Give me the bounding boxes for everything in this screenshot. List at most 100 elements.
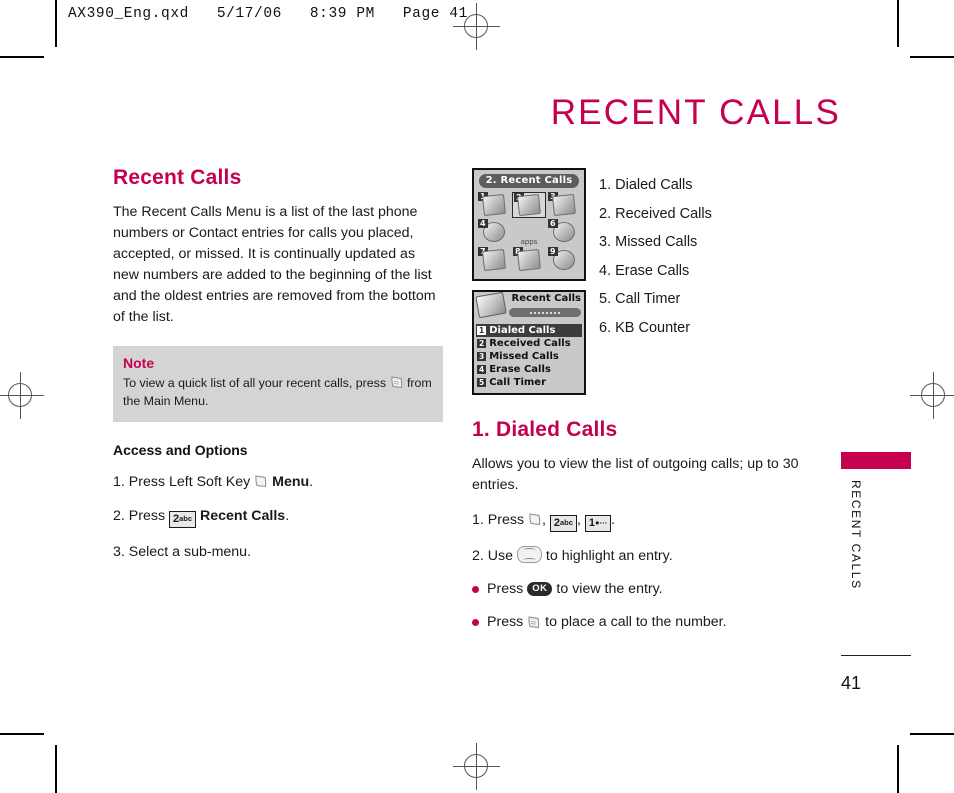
dialed-calls-bullet-1-post: to view the entry. bbox=[556, 581, 663, 597]
list-row-label: Missed Calls bbox=[489, 351, 559, 362]
dialed-calls-step-1-post: . bbox=[611, 512, 615, 528]
access-step-1-bold: Menu bbox=[272, 474, 310, 490]
dialed-calls-section: 1. Dialed Calls Allows you to view the l… bbox=[472, 418, 822, 632]
bullet-dot-icon bbox=[472, 618, 479, 626]
grid-tile-art-icon bbox=[552, 194, 576, 217]
list-screen-rows: 1 Dialed Calls 2 Received Calls 3 Missed Ca… bbox=[474, 324, 584, 389]
grid-tile: 4 bbox=[477, 219, 511, 246]
access-step-2-pre: 2. Press bbox=[113, 508, 166, 524]
grid-tile: 1 bbox=[477, 192, 511, 219]
dialed-calls-step-1: 1. Press , 2abc, 1●⋯. bbox=[472, 510, 822, 532]
submenu-item-erase-calls: 4. Erase Calls bbox=[599, 262, 690, 279]
left-column: Recent Calls The Recent Calls Menu is a … bbox=[113, 166, 443, 562]
crop-mark-top-left-vertical bbox=[55, 0, 57, 47]
access-step-3: 3. Select a sub-menu. bbox=[113, 544, 252, 560]
access-step-2-bold: Recent Calls bbox=[200, 508, 286, 524]
grid-tile-number: 6 bbox=[548, 219, 558, 229]
page-title: RECENT CALLS bbox=[550, 93, 841, 132]
list-row-number: 5 bbox=[477, 378, 487, 387]
dialed-calls-step-1-pre: 1. Press bbox=[472, 512, 525, 528]
access-step-1-pre: 1. Press Left Soft Key bbox=[113, 474, 251, 490]
list-row-label: Received Calls bbox=[489, 338, 571, 349]
grid-tile-art-icon bbox=[482, 194, 506, 217]
list-row-label: Erase Calls bbox=[489, 364, 551, 375]
dialed-calls-step-2-post: to highlight an entry. bbox=[545, 548, 673, 564]
dialed-calls-step-2: 2. Use to highlight an entry. bbox=[472, 546, 822, 566]
page-number: 41 bbox=[841, 673, 862, 693]
send-key-icon bbox=[527, 615, 541, 630]
navigation-key-icon bbox=[516, 546, 542, 563]
registration-mark-bottom bbox=[453, 743, 500, 790]
section-heading-dialed-calls: 1. Dialed Calls bbox=[472, 418, 618, 441]
dialed-calls-bullet-2-post: to place a call to the number. bbox=[545, 614, 727, 630]
keypad-key-2-letters: abc bbox=[560, 518, 573, 527]
access-step-2-post: . bbox=[285, 508, 290, 524]
access-step-2: 2. Press 2abc Recent Calls. bbox=[113, 506, 443, 528]
list-row: 3 Missed Calls bbox=[476, 350, 582, 363]
recent-calls-header-icon bbox=[475, 292, 507, 319]
crop-mark-bottom-right-vertical bbox=[897, 745, 899, 793]
section-heading-recent-calls: Recent Calls bbox=[113, 166, 242, 189]
submenu-item-dialed-calls: 1. Dialed Calls bbox=[599, 177, 693, 193]
list-row-label: Dialed Calls bbox=[489, 325, 556, 336]
keypad-key-2-letters: abc bbox=[179, 514, 193, 523]
voicemail-glyph: ●⋯ bbox=[594, 518, 607, 527]
registration-mark-left bbox=[0, 372, 44, 419]
ok-key-icon: OK bbox=[527, 582, 553, 596]
subhead-access-and-options: Access and Options bbox=[113, 442, 248, 458]
dialed-calls-step-2-pre: 2. Use bbox=[472, 548, 514, 564]
grid-tile: 6 bbox=[547, 219, 581, 246]
list-row: 2 Received Calls bbox=[476, 337, 582, 350]
list-row-number: 1 bbox=[477, 326, 487, 335]
dialed-calls-bullet-2: Press to place a call to the number. bbox=[472, 612, 822, 632]
crop-mark-top-left-horizontal bbox=[0, 56, 44, 58]
grid-tile: 3 bbox=[547, 192, 581, 219]
dialed-calls-bullet-2-pre: Press bbox=[487, 614, 524, 630]
list-row-selected: 1 Dialed Calls bbox=[476, 324, 582, 337]
note-title: Note bbox=[123, 355, 155, 371]
grid-tile-number: 9 bbox=[548, 246, 558, 256]
list-row: 4 Erase Calls bbox=[476, 363, 582, 376]
bullet-dot-icon bbox=[472, 585, 479, 593]
access-step-1: 1. Press Left Soft Key Menu. bbox=[113, 472, 443, 492]
print-slug-header: AX390_Eng.qxd 5/17/06 8:39 PM Page 41 bbox=[68, 6, 468, 22]
left-soft-key-icon bbox=[254, 474, 268, 489]
crop-mark-top-right-vertical bbox=[897, 0, 899, 47]
keypad-key-2-icon: 2abc bbox=[549, 515, 577, 532]
list-row-number: 4 bbox=[477, 365, 487, 374]
grid-tile: 7 bbox=[477, 246, 511, 273]
list-screen-header: Recent Calls bbox=[474, 292, 584, 324]
note-text: To view a quick list of all your recent … bbox=[123, 374, 433, 410]
chapter-tab-label: RECENT CALLS bbox=[849, 480, 863, 590]
recent-calls-submenu-list: 1. Dialed Calls 2. Received Calls 3. Mis… bbox=[599, 171, 799, 343]
list-row-number: 3 bbox=[477, 352, 487, 361]
submenu-item-received-calls: 2. Received Calls bbox=[599, 205, 712, 222]
phone-screenshot-main-menu-grid: 2. Recent Calls 1 2 3 4 apps 6 7 8 9 bbox=[472, 168, 586, 281]
dialed-calls-description: Allows you to view the list of outgoing … bbox=[472, 456, 799, 493]
grid-tile-caption: apps bbox=[520, 237, 538, 246]
grid-screen-title: 2. Recent Calls bbox=[479, 174, 579, 188]
crop-mark-top-right-horizontal bbox=[910, 56, 954, 58]
crop-mark-bottom-left-horizontal bbox=[0, 733, 44, 735]
grid-tile-selected: 2 bbox=[512, 192, 546, 219]
grid-tile-number: 4 bbox=[478, 219, 488, 229]
list-screen-title: Recent Calls bbox=[511, 293, 581, 304]
submenu-item-kb-counter: 6. KB Counter bbox=[599, 319, 691, 336]
grid-tile: 8 bbox=[512, 246, 546, 273]
access-step-1-post: . bbox=[309, 474, 314, 490]
scroll-indicator bbox=[509, 308, 581, 317]
registration-mark-right bbox=[910, 372, 954, 419]
phone-screenshot-recent-calls-list: Recent Calls 1 Dialed Calls 2 Received Cal… bbox=[472, 290, 586, 395]
send-key-icon bbox=[390, 375, 404, 390]
note-text-before: To view a quick list of all your recent … bbox=[123, 376, 387, 390]
list-row-number: 2 bbox=[477, 339, 487, 348]
left-soft-key-icon bbox=[528, 512, 542, 527]
grid-screen-tiles: 1 2 3 4 apps 6 7 8 9 bbox=[474, 190, 584, 276]
grid-tile-art-icon bbox=[517, 194, 541, 217]
keypad-key-1-icon: 1●⋯ bbox=[584, 515, 611, 532]
intro-paragraph: The Recent Calls Menu is a list of the l… bbox=[113, 204, 436, 325]
submenu-item-call-timer: 5. Call Timer bbox=[599, 291, 681, 308]
note-box: Note To view a quick list of all your re… bbox=[113, 346, 443, 422]
page-number-rule bbox=[841, 655, 911, 656]
grid-tile: 9 bbox=[547, 246, 581, 273]
